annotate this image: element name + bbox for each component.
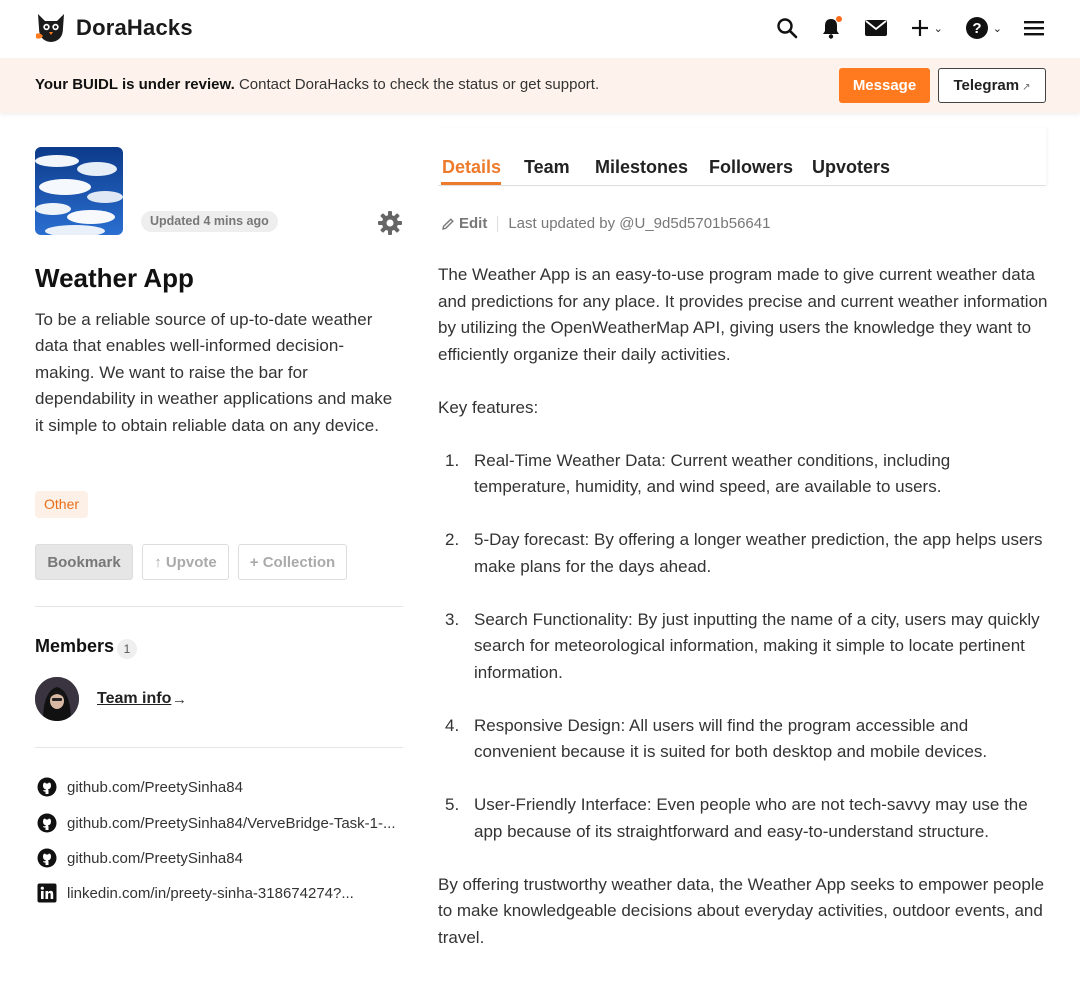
team-info-link[interactable]: Team info — [97, 690, 171, 708]
top-header: DoraHacks ⌄ ? ⌄ — [0, 0, 1080, 58]
link-text: github.com/PreetySinha84 — [67, 849, 243, 867]
external-link-icon: ↗ — [1022, 82, 1031, 93]
outro-paragraph: By offering trustworthy weather data, th… — [438, 874, 1045, 947]
github-icon — [37, 848, 57, 868]
list-item: 2. 5-Day forecast: By offering a longer w… — [438, 527, 1050, 580]
telegram-label: Telegram — [953, 77, 1020, 94]
banner-message: Your BUIDL is under review. Contact Dora… — [35, 76, 599, 93]
chevron-down-icon: ⌄ — [992, 22, 1002, 35]
intro-paragraph: The Weather App is an easy-to-use progra… — [438, 265, 1048, 364]
help-icon[interactable]: ? ⌄ — [965, 14, 1002, 42]
link-linkedin[interactable]: linkedin.com/in/preety-sinha-318674274?.… — [37, 883, 354, 903]
project-thumbnail — [35, 147, 123, 235]
features-list: 1. Real-Time Weather Data: Current weathe… — [438, 448, 1050, 846]
features-heading: Key features: — [438, 397, 539, 417]
tab-followers[interactable]: Followers — [709, 157, 793, 178]
list-number: 4. — [445, 715, 460, 735]
list-item: 5. User-Friendly Interface: Even people w… — [438, 792, 1050, 845]
link-github-3[interactable]: github.com/PreetySinha84 — [37, 848, 243, 868]
list-item: 4. Responsive Design: All users will find… — [438, 713, 1050, 766]
separator — [497, 215, 499, 232]
list-item: 3. Search Functionality: By just inputtin… — [438, 607, 1050, 687]
mail-icon[interactable] — [864, 14, 888, 42]
menu-icon[interactable] — [1024, 14, 1044, 42]
last-updated-text: Last updated by @U_9d5d5701b56641 — [508, 215, 771, 232]
github-icon — [37, 813, 57, 833]
category-tag[interactable]: Other — [35, 491, 89, 518]
updated-badge: Updated 4 mins ago — [141, 211, 278, 232]
add-collection-button[interactable]: + Collection — [238, 544, 347, 580]
upvote-button[interactable]: ↑ Upvote — [142, 544, 229, 580]
tab-upvoters[interactable]: Upvoters — [812, 157, 890, 178]
notification-dot — [835, 16, 842, 22]
link-github-2[interactable]: github.com/PreetySinha84/VerveBridge-Tas… — [37, 813, 396, 833]
list-text: User-Friendly Interface: Even people who… — [474, 795, 1028, 841]
tab-details[interactable]: Details — [442, 157, 501, 178]
project-title: Weather App — [35, 263, 194, 293]
detail-tabs: Details Team Milestones Followers Upvote… — [438, 128, 1046, 186]
members-heading: Members — [35, 636, 115, 656]
banner-bold-text: Your BUIDL is under review. — [35, 76, 235, 93]
list-number: 1. — [445, 450, 460, 470]
divider — [35, 747, 403, 748]
list-text: Real-Time Weather Data: Current weather … — [474, 450, 951, 497]
list-number: 2. — [445, 530, 460, 549]
edit-bar: Edit Last updated by @U_9d5d5701b56641 — [441, 215, 770, 232]
project-tagline: To be a reliable source of up-to-date we… — [35, 310, 393, 435]
link-text: github.com/PreetySinha84/VerveBridge-Tas… — [67, 814, 396, 832]
list-number: 5. — [445, 795, 460, 814]
details-content: The Weather App is an easy-to-use progra… — [438, 262, 1050, 978]
bookmark-button[interactable]: Bookmark — [35, 544, 133, 580]
link-text: linkedin.com/in/preety-sinha-318674274?.… — [67, 884, 354, 902]
list-text: 5-Day forecast: By offering a longer wea… — [474, 530, 1043, 576]
active-tab-indicator — [441, 182, 501, 185]
avatar[interactable] — [35, 677, 79, 721]
arrow-right-icon: → — [172, 691, 187, 708]
github-icon — [37, 777, 57, 797]
divider — [35, 606, 403, 607]
link-text: github.com/PreetySinha84 — [67, 778, 243, 796]
list-number: 3. — [445, 609, 460, 629]
banner-body-text: Contact DoraHacks to check the status or… — [234, 76, 600, 93]
brand-name: DoraHacks — [76, 15, 193, 40]
search-icon[interactable] — [776, 14, 798, 42]
telegram-button[interactable]: Telegram ↗ — [938, 68, 1046, 103]
list-item: 1. Real-Time Weather Data: Current weathe… — [438, 448, 1050, 501]
list-text: Responsive Design: All users will find t… — [474, 715, 988, 762]
pencil-icon — [442, 217, 454, 230]
list-text: Search Functionality: By just inputting … — [474, 609, 1040, 682]
edit-label: Edit — [459, 215, 488, 232]
brand-logo[interactable]: DoraHacks — [34, 12, 193, 44]
plus-icon[interactable]: ⌄ — [910, 14, 943, 42]
header-actions: ⌄ ? ⌄ — [776, 14, 1044, 42]
tab-team[interactable]: Team — [524, 157, 570, 178]
message-button[interactable]: Message — [839, 68, 930, 103]
bell-icon[interactable] — [820, 14, 842, 42]
edit-button[interactable]: Edit — [441, 215, 487, 232]
chevron-down-icon: ⌄ — [933, 22, 943, 35]
dorahacks-logo-icon — [34, 12, 68, 44]
tab-milestones[interactable]: Milestones — [595, 157, 688, 178]
link-github-1[interactable]: github.com/PreetySinha84 — [37, 777, 243, 797]
linkedin-icon — [37, 883, 57, 903]
gear-icon[interactable] — [377, 210, 403, 236]
svg-text:?: ? — [972, 20, 981, 37]
members-count-badge: 1 — [117, 639, 137, 659]
